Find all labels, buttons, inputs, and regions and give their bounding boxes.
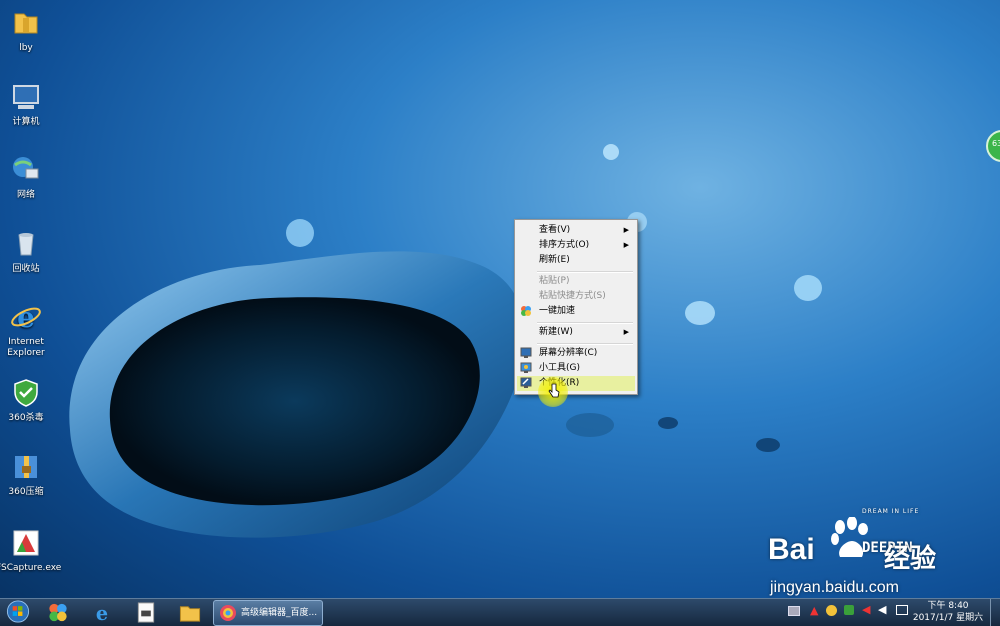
menu-item-speedup[interactable]: 一键加速 (517, 304, 635, 319)
desktop-wallpaper (69, 144, 822, 538)
desktop-icon-lby[interactable]: lby (0, 6, 56, 54)
gadgets-icon (520, 362, 532, 373)
menu-separator (537, 271, 633, 273)
speedup-icon (521, 306, 531, 316)
tray-volume-icon[interactable]: ◀ (878, 603, 886, 616)
desktop-icon-label: 360杀毒 (8, 413, 44, 423)
archive-icon (15, 456, 37, 478)
pinned-explorer-icon[interactable] (178, 601, 202, 624)
submenu-arrow-icon: ▶ (623, 328, 629, 336)
computer-icon (13, 85, 39, 109)
menu-item-label: 查看(V) (539, 225, 571, 235)
hand-cursor-icon (548, 383, 560, 398)
tray-360-icon[interactable] (826, 605, 837, 616)
submenu-arrow-icon: ▶ (623, 241, 629, 249)
svg-text:e: e (17, 301, 35, 334)
menu-separator (537, 322, 633, 324)
clock-date: 2017/1/7 星期六 (912, 613, 984, 623)
menu-item-label: 粘贴(P) (539, 276, 570, 286)
desktop-icon-label: FSCapture.exe (0, 563, 62, 573)
pinned-document-icon[interactable] (135, 601, 157, 624)
start-button[interactable] (4, 600, 32, 623)
menu-item-screen-resolution[interactable]: 屏幕分辨率(C) (517, 346, 635, 361)
floating-widget-value: 63 (992, 139, 1000, 148)
baidu-paw-icon (831, 517, 868, 557)
desktop-icon-label: Internet Explorer (7, 337, 45, 358)
baidu-jingyan-label: 经验 (884, 544, 937, 574)
tray-clock[interactable]: 下午 8:40 2017/1/7 星期六 (912, 600, 984, 624)
taskbar-window-label: 高级编辑器_百度... (241, 608, 318, 618)
menu-item-label: 一键加速 (539, 306, 576, 316)
menu-item-label: 刷新(E) (539, 255, 570, 265)
menu-separator (537, 343, 633, 345)
tray-network-icon[interactable] (844, 605, 854, 615)
menu-item-label: 屏幕分辨率(C) (539, 348, 598, 358)
submenu-arrow-icon: ▶ (623, 226, 629, 234)
desktop-icon-label: 计算机 (12, 117, 40, 127)
tray-display-icon[interactable] (896, 605, 908, 615)
ie-icon: e (11, 301, 41, 334)
recycle-bin-icon (18, 233, 34, 256)
menu-item-paste-shortcut: 粘贴快捷方式(S) (517, 289, 635, 304)
baidu-url: jingyan.baidu.com (770, 579, 899, 596)
menu-item-personalize[interactable]: 个性化(R) (517, 376, 635, 391)
desktop-icon-fscapture[interactable]: FSCapture.exe (0, 526, 61, 574)
desktop-icon-computer[interactable]: 计算机 (0, 80, 56, 128)
desktop-icon-360-zip[interactable]: 360压缩 (0, 450, 56, 498)
desktop-icon-label: 回收站 (12, 264, 40, 274)
menu-item-label: 排序方式(O) (539, 240, 590, 250)
tray-keyboard-icon[interactable] (788, 606, 800, 616)
menu-item-view[interactable]: 查看(V) ▶ (517, 223, 635, 238)
menu-item-gadgets[interactable]: 小工具(G) (517, 361, 635, 376)
menu-item-sort[interactable]: 排序方式(O) ▶ (517, 238, 635, 253)
menu-item-paste: 粘贴(P) (517, 274, 635, 289)
network-icon (13, 157, 39, 179)
desktop-icon-label: 360压缩 (8, 487, 44, 497)
menu-item-label: 小工具(G) (539, 363, 580, 373)
deepin-logo: DREAM IN LIFE (862, 508, 920, 515)
desktop-icon-recycle-bin[interactable]: 回收站 (0, 227, 56, 275)
menu-item-new[interactable]: 新建(W) ▶ (517, 325, 635, 340)
desktop-icon-label: 网络 (16, 190, 35, 200)
show-desktop-button[interactable] (990, 599, 1000, 626)
tray-speaker-icon[interactable]: ◀ (862, 603, 870, 616)
tray-flag-icon[interactable]: ▲ (810, 604, 818, 617)
display-icon (520, 347, 532, 358)
shield-icon (14, 379, 38, 407)
desktop-icon-360-antivirus[interactable]: 360杀毒 (0, 376, 56, 424)
desktop-icon-internet-explorer[interactable]: e Internet Explorer (0, 300, 56, 359)
svg-text:e: e (96, 602, 108, 624)
taskbar: e 高级编辑器_百度... ▲ ◀ ◀ 下午 8:40 2017/1/7 星期六 (0, 598, 1000, 626)
personalize-icon (520, 377, 532, 388)
menu-item-label: 新建(W) (539, 327, 573, 337)
taskbar-window-editor[interactable]: 高级编辑器_百度... (213, 600, 323, 626)
menu-item-label: 粘贴快捷方式(S) (539, 291, 606, 301)
menu-item-refresh[interactable]: 刷新(E) (517, 253, 635, 268)
desktop-icon-label: lby (19, 43, 33, 53)
pinned-360-icon[interactable] (46, 601, 70, 624)
clock-time: 下午 8:40 (927, 601, 969, 611)
pinned-ie-icon[interactable]: e (90, 601, 114, 624)
folder-icon (14, 13, 38, 34)
desktop-context-menu: 查看(V) ▶ 排序方式(O) ▶ 刷新(E) 粘贴(P) 粘贴快捷方式(S) … (514, 219, 638, 395)
browser-app-icon (220, 605, 236, 621)
baidu-brand: Bai (768, 533, 815, 566)
capture-app-icon (13, 530, 39, 556)
desktop-icon-network[interactable]: 网络 (0, 153, 56, 201)
